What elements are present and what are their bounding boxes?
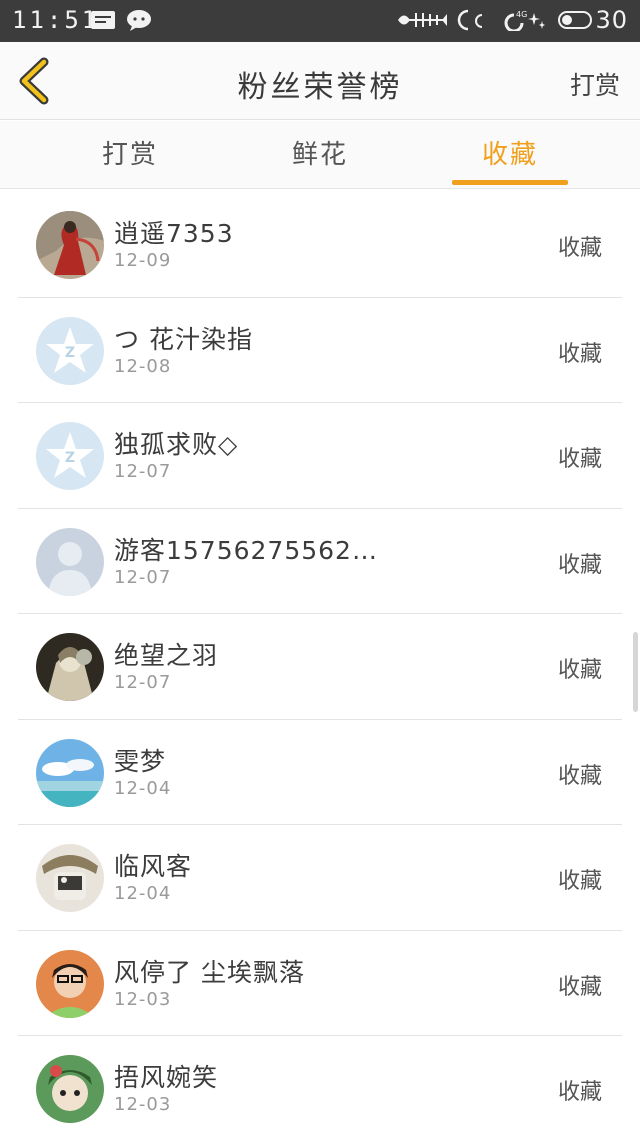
svg-text:Z: Z xyxy=(65,345,75,361)
scrollbar[interactable] xyxy=(633,632,638,712)
fish-bone-icon xyxy=(398,13,447,27)
user-name: 雯梦 xyxy=(114,746,167,776)
avatar xyxy=(36,633,104,701)
fan-list: 逍遥7353 12-09 收藏 Z つ 花汁染指 12-08 收藏 Z 独孤求败… xyxy=(0,192,640,1138)
list-item[interactable]: Z 独孤求败◇ 12-07 收藏 xyxy=(18,403,622,509)
date: 12-04 xyxy=(114,777,172,799)
battery-percent: 30 xyxy=(595,6,628,34)
user-name: 风停了 尘埃飘落 xyxy=(114,957,305,987)
favorite-tag: 收藏 xyxy=(557,447,602,472)
date: 12-09 xyxy=(114,250,172,271)
favorite-tag: 收藏 xyxy=(557,552,602,578)
avatar xyxy=(36,949,104,1018)
user-name: 临风客 xyxy=(114,852,193,881)
tab-label: 鲜花 xyxy=(291,140,348,170)
user-name: 绝望之羽 xyxy=(114,641,219,670)
list-item[interactable]: 游客15756275562… 12-07 收藏 xyxy=(18,509,622,614)
user-name: つ 花汁染指 xyxy=(114,324,253,354)
user-name: 捂风婉笑 xyxy=(114,1063,219,1092)
qzone-star-icon: Z xyxy=(36,422,104,490)
list-item[interactable]: 逍遥7353 12-09 收藏 xyxy=(18,192,622,298)
avatar xyxy=(36,738,104,807)
avatar: Z xyxy=(36,422,104,490)
favorite-tag: 收藏 xyxy=(557,341,602,367)
4g-signal-icon: 4G xyxy=(504,10,545,31)
date: 12-08 xyxy=(114,355,172,377)
favorite-tag: 收藏 xyxy=(557,236,602,261)
favorite-tag: 收藏 xyxy=(557,974,602,1000)
list-item[interactable]: Z つ 花汁染指 12-08 收藏 xyxy=(18,298,622,403)
favorite-tag: 收藏 xyxy=(557,1080,602,1105)
user-name: 游客15756275562… xyxy=(114,535,378,565)
status-time: 11:51 xyxy=(12,6,100,34)
avatar: Z xyxy=(36,316,104,385)
message-icon xyxy=(91,11,115,29)
qzone-star-icon: Z xyxy=(36,316,104,385)
date: 12-07 xyxy=(114,672,172,693)
tab-flowers[interactable]: 鲜花 xyxy=(240,121,400,189)
list-item[interactable]: 临风客 12-04 收藏 xyxy=(18,825,622,931)
status-bar: 11:51 4G 30 xyxy=(0,0,640,42)
app-header: 粉丝荣誉榜 打赏 xyxy=(0,42,640,120)
avatar xyxy=(36,527,104,596)
tab-reward[interactable]: 打赏 xyxy=(50,121,210,189)
reward-button[interactable]: 打赏 xyxy=(570,66,620,102)
tab-label: 收藏 xyxy=(481,140,538,170)
list-item[interactable]: 雯梦 12-04 收藏 xyxy=(18,720,622,825)
page-title: 粉丝荣誉榜 xyxy=(237,70,403,105)
avatar xyxy=(36,211,104,279)
date: 12-07 xyxy=(114,566,172,588)
tab-bar: 打赏 鲜花 收藏 xyxy=(0,121,640,189)
favorite-tag: 收藏 xyxy=(557,869,602,894)
date: 12-04 xyxy=(114,883,172,904)
moon-icon xyxy=(457,9,483,31)
active-tab-indicator xyxy=(452,180,568,185)
favorite-tag: 收藏 xyxy=(557,658,602,683)
favorite-tag: 收藏 xyxy=(557,763,602,789)
svg-text:4G: 4G xyxy=(516,10,527,19)
wechat-icon xyxy=(127,10,151,31)
default-user-icon xyxy=(36,527,104,596)
list-item[interactable]: 捂风婉笑 12-03 收藏 xyxy=(18,1036,622,1138)
avatar xyxy=(36,1055,104,1123)
avatar xyxy=(36,844,104,912)
date: 12-03 xyxy=(114,988,172,1010)
user-name: 逍遥7353 xyxy=(114,219,234,248)
tab-favorites[interactable]: 收藏 xyxy=(430,121,590,189)
battery-icon xyxy=(558,11,592,29)
tab-label: 打赏 xyxy=(101,140,158,170)
list-item[interactable]: 绝望之羽 12-07 收藏 xyxy=(18,614,622,720)
svg-text:Z: Z xyxy=(65,450,75,466)
user-name: 独孤求败◇ xyxy=(114,430,239,459)
date: 12-07 xyxy=(114,461,172,482)
list-item[interactable]: 风停了 尘埃飘落 12-03 收藏 xyxy=(18,931,622,1036)
date: 12-03 xyxy=(114,1094,172,1115)
